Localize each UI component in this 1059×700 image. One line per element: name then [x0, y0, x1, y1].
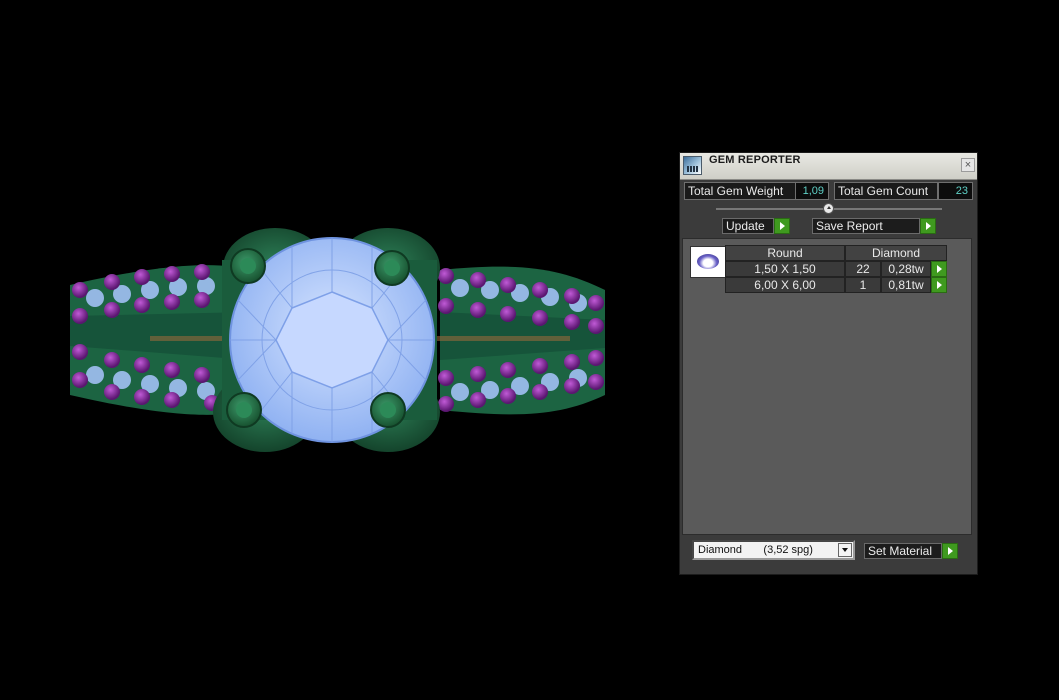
- play-arrow-icon[interactable]: [931, 261, 947, 277]
- total-gem-weight-value: 1,09: [795, 182, 829, 200]
- size-slider-handle[interactable]: [823, 203, 834, 214]
- play-arrow-icon[interactable]: [931, 277, 947, 293]
- set-material-button[interactable]: Set Material: [864, 543, 942, 559]
- total-gem-count-value: 23: [938, 182, 973, 200]
- play-arrow-icon[interactable]: [920, 218, 936, 234]
- play-arrow-icon[interactable]: [774, 218, 790, 234]
- material-selected-value: Diamond (3,52 spg): [698, 544, 813, 556]
- total-gem-count-label: Total Gem Count: [834, 182, 938, 200]
- gem-reporter-panel: GEM REPORTER × Total Gem Weight 1,09 Tot…: [679, 152, 978, 575]
- close-button[interactable]: ×: [961, 158, 975, 172]
- row-1-size: 1,50 X 1,50: [725, 261, 845, 277]
- update-button[interactable]: Update: [722, 218, 774, 234]
- play-arrow-icon[interactable]: [942, 543, 958, 559]
- row-1-count: 22: [845, 261, 881, 277]
- row-1-weight: 0,28tw: [881, 261, 931, 277]
- gem-list[interactable]: Round Diamond 1,50 X 1,50 22 0,28tw 6,00…: [682, 238, 972, 535]
- row-2-size: 6,00 X 6,00: [725, 277, 845, 293]
- panel-title: GEM REPORTER: [709, 154, 801, 166]
- gem-reporter-app-icon: [683, 156, 702, 175]
- row-2-count: 1: [845, 277, 881, 293]
- chevron-down-icon[interactable]: [838, 543, 852, 557]
- column-header-material: Diamond: [845, 245, 947, 261]
- close-icon: ×: [964, 159, 972, 171]
- panel-titlebar[interactable]: GEM REPORTER ×: [680, 153, 977, 180]
- row-2-weight: 0,81tw: [881, 277, 931, 293]
- column-header-shape: Round: [725, 245, 845, 261]
- round-gem-icon[interactable]: [690, 246, 726, 278]
- material-dropdown[interactable]: Diamond (3,52 spg): [692, 540, 855, 560]
- save-report-button[interactable]: Save Report: [812, 218, 920, 234]
